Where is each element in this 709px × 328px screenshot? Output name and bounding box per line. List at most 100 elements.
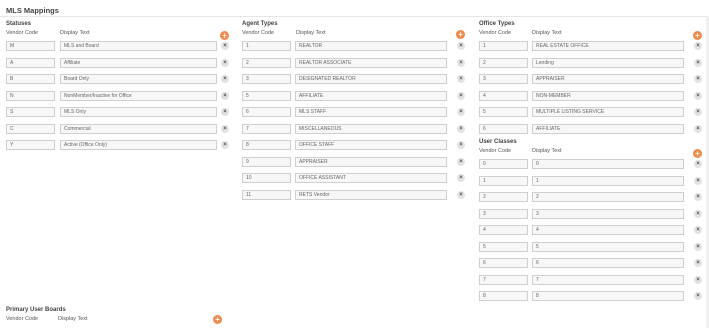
delete-row-button[interactable]: × (694, 58, 702, 67)
vendor-code-input[interactable]: 1 (242, 41, 291, 51)
vendor-code-input[interactable]: 6 (242, 107, 291, 117)
display-text-input[interactable]: MISCELLANEOUS (295, 123, 447, 134)
delete-row-button[interactable]: × (694, 91, 702, 100)
display-text-input[interactable]: 8 (532, 291, 684, 301)
delete-row-button[interactable]: × (221, 42, 229, 50)
vendor-code-input[interactable]: 6 (479, 123, 528, 134)
add-status-button[interactable]: + (220, 31, 229, 40)
vendor-code-input[interactable]: 11 (242, 189, 291, 200)
delete-row-button[interactable]: × (457, 124, 465, 133)
delete-row-button[interactable]: × (694, 160, 702, 168)
vendor-code-input[interactable]: 0 (479, 159, 528, 169)
vendor-code-input[interactable]: C (6, 123, 55, 134)
add-agent-type-button[interactable]: + (456, 30, 465, 39)
delete-row-button[interactable]: × (694, 124, 702, 133)
display-text-input[interactable]: MULTIPLE LISTING SERVICE (532, 107, 684, 117)
vendor-code-input[interactable]: 7 (242, 123, 291, 134)
delete-row-button[interactable]: × (457, 157, 465, 166)
vendor-code-input[interactable]: 7 (479, 274, 528, 285)
display-text-input[interactable]: Board Only (60, 74, 217, 84)
vendor-code-input[interactable]: 8 (242, 140, 291, 150)
delete-row-button[interactable]: × (694, 292, 702, 300)
vendor-code-input[interactable]: 3 (479, 208, 528, 219)
delete-row-button[interactable]: × (694, 75, 702, 83)
display-text-input[interactable]: 3 (532, 208, 684, 219)
add-primary-user-board-button[interactable]: + (213, 315, 222, 324)
display-text-input[interactable]: 1 (532, 175, 684, 186)
delete-row-button[interactable]: × (457, 108, 465, 116)
delete-row-button[interactable]: × (694, 193, 702, 201)
display-text-input[interactable]: DESIGNATED REALTOR (295, 74, 447, 84)
delete-row-button[interactable]: × (694, 209, 702, 218)
delete-row-button[interactable]: × (221, 141, 229, 149)
display-text-input[interactable]: MLS and Board (60, 41, 217, 51)
add-office-type-button[interactable]: + (693, 31, 702, 40)
delete-row-button[interactable]: × (221, 58, 229, 67)
vendor-code-input[interactable]: 3 (242, 74, 291, 84)
display-text-input[interactable]: NON-MEMBER (532, 90, 684, 101)
vendor-code-input[interactable]: 6 (479, 258, 528, 268)
display-text-input[interactable]: 0 (532, 159, 684, 169)
delete-row-button[interactable]: × (457, 75, 465, 83)
delete-row-button[interactable]: × (221, 108, 229, 116)
display-text-input[interactable]: REALTOR (295, 41, 447, 51)
display-text-input[interactable]: 6 (532, 258, 684, 268)
vendor-code-input[interactable]: A (6, 57, 55, 68)
display-text-input[interactable]: 5 (532, 241, 684, 252)
vendor-code-input[interactable]: 2 (479, 192, 528, 202)
display-text-input[interactable]: RETS Vendor (295, 189, 447, 200)
display-text-input[interactable]: Affiliate (60, 57, 217, 68)
display-text-input[interactable]: APPRAISER (295, 156, 447, 167)
vendor-code-input[interactable]: M (6, 41, 55, 51)
delete-row-button[interactable]: × (694, 176, 702, 185)
display-text-input[interactable]: AFFILIATE (295, 90, 447, 101)
delete-row-button[interactable]: × (457, 190, 465, 199)
vendor-code-input[interactable]: 3 (479, 74, 528, 84)
display-text-input[interactable]: APPRAISER (532, 74, 684, 84)
delete-row-button[interactable]: × (457, 42, 465, 50)
vendor-code-input[interactable]: 10 (242, 173, 291, 183)
vendor-code-input[interactable]: 5 (479, 241, 528, 252)
display-text-input[interactable]: 4 (532, 225, 684, 235)
vendor-code-input[interactable]: 5 (479, 107, 528, 117)
delete-row-button[interactable]: × (694, 275, 702, 284)
display-text-input[interactable]: MLS Only (60, 107, 217, 117)
vendor-code-input[interactable]: 4 (479, 225, 528, 235)
delete-row-button[interactable]: × (694, 42, 702, 50)
delete-row-button[interactable]: × (694, 242, 702, 251)
display-text-input[interactable]: OFFICE STAFF (295, 140, 447, 150)
display-text-input[interactable]: MLS STAFF (295, 107, 447, 117)
display-text-input[interactable]: NonMember/Inactive for Office (60, 90, 217, 101)
delete-row-button[interactable]: × (694, 259, 702, 267)
vendor-code-input[interactable]: B (6, 74, 55, 84)
vendor-code-input[interactable]: 2 (479, 57, 528, 68)
display-text-input[interactable]: 7 (532, 274, 684, 285)
display-text-input[interactable]: Active (Office Only) (60, 140, 217, 150)
display-text-input[interactable]: 2 (532, 192, 684, 202)
delete-row-button[interactable]: × (694, 108, 702, 116)
vendor-code-input[interactable]: 9 (242, 156, 291, 167)
display-text-input[interactable]: Lending (532, 57, 684, 68)
vendor-code-input[interactable]: N (6, 90, 55, 101)
vendor-code-input[interactable]: Y (6, 140, 55, 150)
vendor-code-input[interactable]: 5 (242, 90, 291, 101)
display-text-input[interactable]: OFFICE ASSISTANT (295, 173, 447, 183)
vendor-code-input[interactable]: 8 (479, 291, 528, 301)
display-text-input[interactable]: Commercial (60, 123, 217, 134)
vendor-code-input[interactable]: 1 (479, 175, 528, 186)
delete-row-button[interactable]: × (221, 75, 229, 83)
delete-row-button[interactable]: × (694, 226, 702, 234)
vendor-code-input[interactable]: 1 (479, 41, 528, 51)
display-text-input[interactable]: REALTOR ASSOCIATE (295, 57, 447, 68)
vendor-code-input[interactable]: S (6, 107, 55, 117)
add-user-class-button[interactable]: + (693, 149, 702, 158)
display-text-input[interactable]: AFFILIATE (532, 123, 684, 134)
display-text-input[interactable]: REAL ESTATE OFFICE (532, 41, 684, 51)
delete-row-button[interactable]: × (221, 91, 229, 100)
delete-row-button[interactable]: × (457, 91, 465, 100)
vendor-code-input[interactable]: 4 (479, 90, 528, 101)
delete-row-button[interactable]: × (457, 58, 465, 67)
vendor-code-input[interactable]: 2 (242, 57, 291, 68)
delete-row-button[interactable]: × (457, 141, 465, 149)
delete-row-button[interactable]: × (457, 174, 465, 182)
